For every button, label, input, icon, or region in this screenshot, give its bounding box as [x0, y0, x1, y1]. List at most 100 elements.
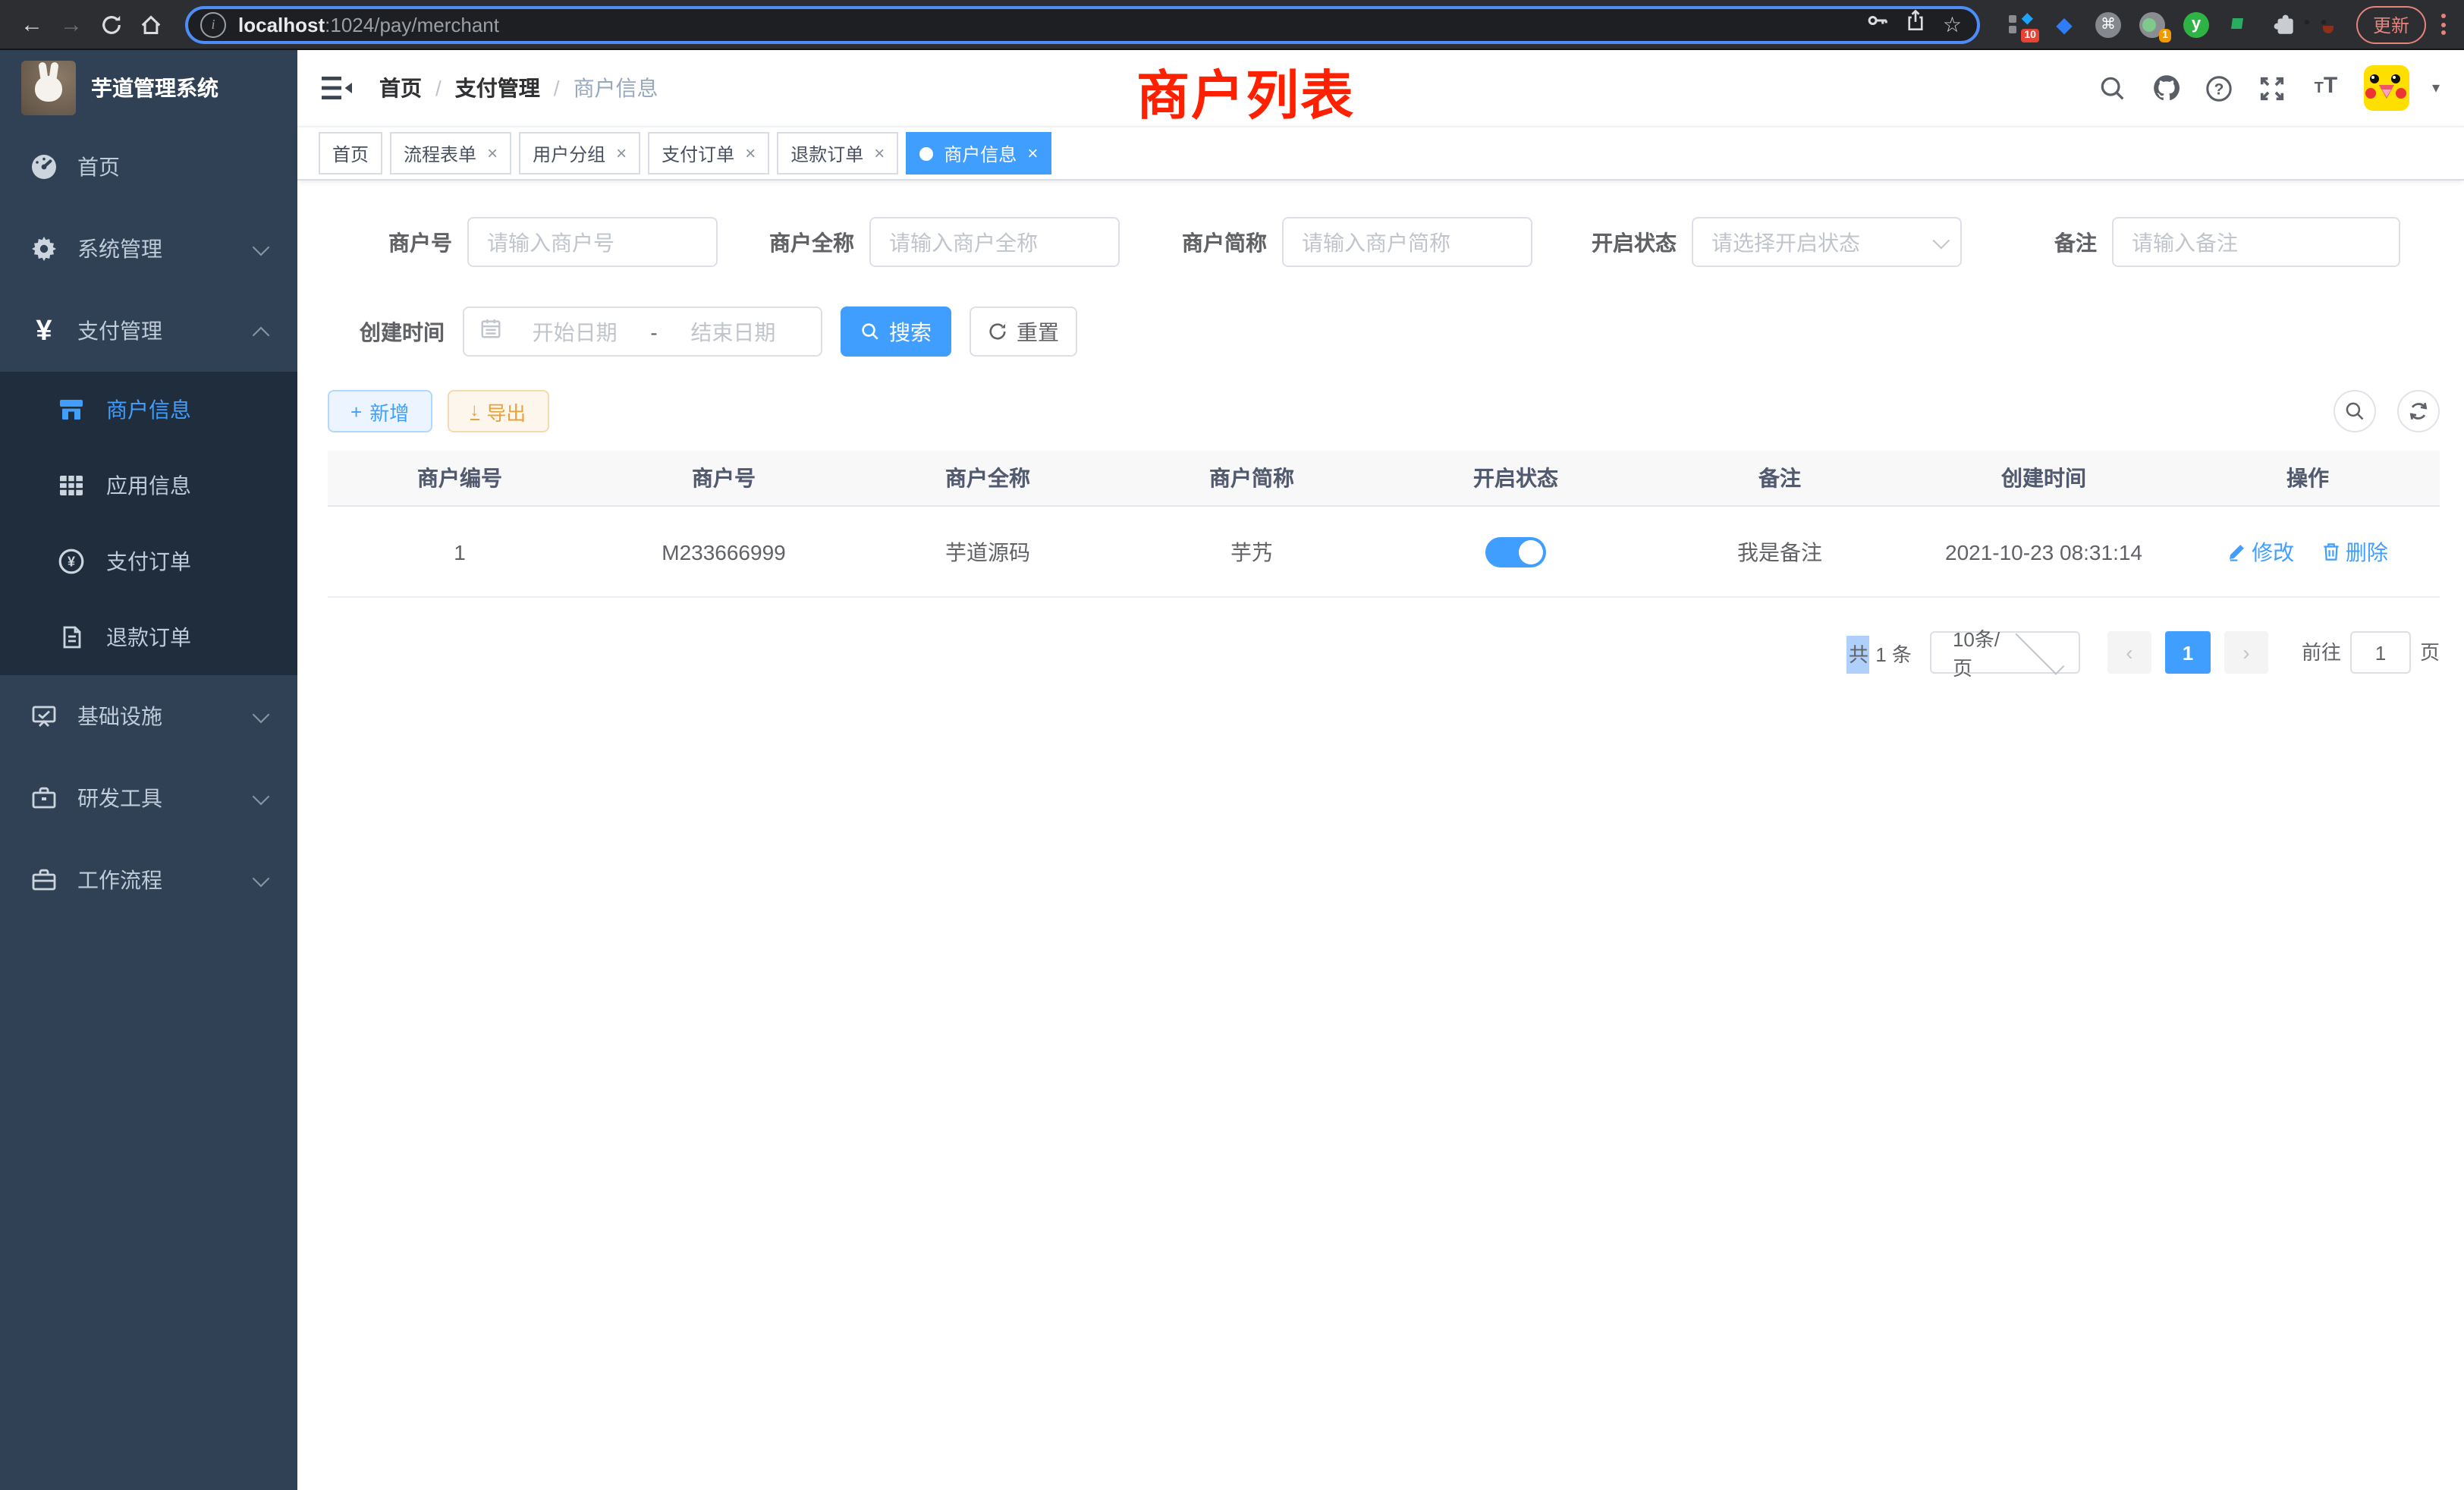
- url-path: :1024/pay/merchant: [325, 13, 499, 36]
- delete-link[interactable]: 删除: [2321, 536, 2388, 567]
- emoji-extension-icon[interactable]: [2315, 11, 2341, 37]
- page-size-select[interactable]: 10条/页: [1930, 631, 2080, 674]
- share-icon[interactable]: [1905, 9, 1928, 39]
- document-icon: [56, 624, 86, 651]
- monitor-icon: [29, 703, 59, 730]
- command-extension-icon[interactable]: ⌘: [2095, 11, 2121, 37]
- sidebar-item-pay-order[interactable]: ¥ 支付订单: [0, 523, 297, 599]
- sidebar-toggle-icon[interactable]: [322, 73, 355, 103]
- end-date-placeholder[interactable]: 结束日期: [661, 316, 806, 347]
- fullscreen-icon[interactable]: [2258, 73, 2288, 103]
- tab-pay-order[interactable]: 支付订单×: [648, 132, 769, 174]
- chevron-down-icon: [253, 239, 270, 256]
- refresh-button[interactable]: [2397, 390, 2440, 432]
- col-create-time: 创建时间: [1912, 451, 2176, 506]
- close-icon[interactable]: ×: [616, 144, 627, 162]
- col-status: 开启状态: [1384, 451, 1648, 506]
- tab-home[interactable]: 首页: [319, 132, 382, 174]
- remark-input[interactable]: [2112, 217, 2400, 267]
- app-title: 芋道管理系统: [91, 73, 218, 103]
- chevron-down-icon: [1933, 231, 1950, 249]
- search-icon[interactable]: [2098, 73, 2129, 103]
- add-button[interactable]: +新增: [328, 390, 432, 432]
- font-size-icon[interactable]: TT: [2311, 73, 2341, 103]
- url-text: localhost:1024/pay/merchant: [238, 13, 1867, 36]
- filter-row-2: 创建时间 开始日期 - 结束日期 搜索: [328, 306, 2440, 357]
- tab-counter-extension-icon[interactable]: 1: [2139, 11, 2165, 37]
- chevron-down-icon: [253, 870, 270, 888]
- close-icon[interactable]: ×: [487, 144, 498, 162]
- breadcrumb-separator: /: [554, 76, 560, 100]
- site-info-icon[interactable]: i: [200, 11, 226, 37]
- col-remark: 备注: [1648, 451, 1912, 506]
- gem-extension-icon[interactable]: ◆: [2051, 11, 2077, 37]
- breadcrumb-payment[interactable]: 支付管理: [455, 73, 540, 103]
- merchant-no-input[interactable]: [467, 217, 718, 267]
- sidekick-extension-icon[interactable]: ◆ 10: [2007, 11, 2033, 37]
- merchant-name-input[interactable]: [869, 217, 1120, 267]
- next-page-button[interactable]: ›: [2224, 631, 2268, 674]
- store-icon: [56, 396, 86, 423]
- export-button[interactable]: ↓导出: [447, 390, 548, 432]
- home-icon[interactable]: [130, 5, 170, 44]
- goto-page-input[interactable]: [2350, 631, 2411, 674]
- sheets-extension-icon[interactable]: [2227, 11, 2253, 37]
- merchant-name-label: 商户全称: [769, 227, 854, 257]
- tab-refund-order[interactable]: 退款订单×: [777, 132, 898, 174]
- edit-link[interactable]: 修改: [2227, 536, 2294, 567]
- sidebar-item-infrastructure[interactable]: 基础设施: [0, 675, 297, 757]
- col-short-name: 商户简称: [1120, 451, 1384, 506]
- forward-icon[interactable]: →: [52, 5, 91, 44]
- status-label: 开启状态: [1592, 227, 1677, 257]
- bookmark-star-icon[interactable]: ☆: [1943, 14, 1962, 35]
- close-icon[interactable]: ×: [874, 144, 885, 162]
- sidebar-item-app-info[interactable]: 应用信息: [0, 448, 297, 523]
- start-date-placeholder[interactable]: 开始日期: [502, 316, 647, 347]
- sidebar-item-merchant-info[interactable]: 商户信息: [0, 372, 297, 448]
- address-bar[interactable]: i localhost:1024/pay/merchant ☆: [185, 5, 1980, 43]
- avatar-caret-icon[interactable]: ▾: [2432, 80, 2440, 96]
- status-toggle[interactable]: [1485, 536, 1546, 567]
- avatar[interactable]: [2364, 65, 2409, 111]
- github-icon[interactable]: [2151, 73, 2182, 103]
- search-button[interactable]: 搜索: [841, 306, 951, 357]
- tab-process-form[interactable]: 流程表单×: [390, 132, 511, 174]
- extensions-puzzle-icon[interactable]: [2271, 11, 2297, 37]
- yen-circle-icon: ¥: [56, 548, 86, 575]
- cell-merchant-no: M233666999: [592, 506, 856, 597]
- close-icon[interactable]: ×: [745, 144, 756, 162]
- browser-menu-icon[interactable]: [2441, 14, 2446, 35]
- sidebar-item-label: 支付订单: [106, 546, 191, 577]
- tab-merchant-info[interactable]: 商户信息×: [906, 132, 1051, 174]
- sidebar-item-system[interactable]: 系统管理: [0, 208, 297, 290]
- url-host: localhost: [238, 13, 325, 36]
- reload-icon[interactable]: [91, 5, 130, 44]
- status-select[interactable]: 请选择开启状态: [1692, 217, 1962, 267]
- col-actions: 操作: [2176, 451, 2440, 506]
- sidebar-item-label: 支付管理: [77, 316, 162, 346]
- cell-create-time: 2021-10-23 08:31:14: [1912, 506, 2176, 597]
- back-icon[interactable]: ←: [12, 5, 52, 44]
- pagination: 共 1 条 10条/页 ‹ 1 › 前往页: [328, 631, 2440, 674]
- sidebar-item-payment[interactable]: ¥ 支付管理: [0, 290, 297, 372]
- breadcrumb-home[interactable]: 首页: [379, 73, 422, 103]
- help-icon[interactable]: ?: [2205, 73, 2235, 103]
- reset-button[interactable]: 重置: [970, 306, 1077, 357]
- sidebar-item-dev-tools[interactable]: 研发工具: [0, 757, 297, 839]
- y-extension-icon[interactable]: y: [2183, 11, 2209, 37]
- sidebar-menu: 首页 系统管理 ¥ 支付管理: [0, 126, 297, 921]
- page-number-current[interactable]: 1: [2165, 631, 2211, 674]
- chrome-update-button[interactable]: 更新: [2356, 5, 2426, 43]
- payment-submenu: 商户信息 应用信息 ¥ 支付订单: [0, 372, 297, 675]
- password-key-icon[interactable]: [1867, 9, 1890, 39]
- date-range-picker[interactable]: 开始日期 - 结束日期: [463, 306, 822, 357]
- sidebar-item-workflow[interactable]: 工作流程: [0, 839, 297, 921]
- close-icon[interactable]: ×: [1027, 144, 1038, 162]
- toggle-search-button[interactable]: [2334, 390, 2376, 432]
- merchant-short-input[interactable]: [1282, 217, 1532, 267]
- app-logo[interactable]: 芋道管理系统: [0, 50, 297, 126]
- tab-user-group[interactable]: 用户分组×: [519, 132, 640, 174]
- prev-page-button[interactable]: ‹: [2107, 631, 2151, 674]
- sidebar-item-home[interactable]: 首页: [0, 126, 297, 208]
- sidebar-item-refund-order[interactable]: 退款订单: [0, 599, 297, 675]
